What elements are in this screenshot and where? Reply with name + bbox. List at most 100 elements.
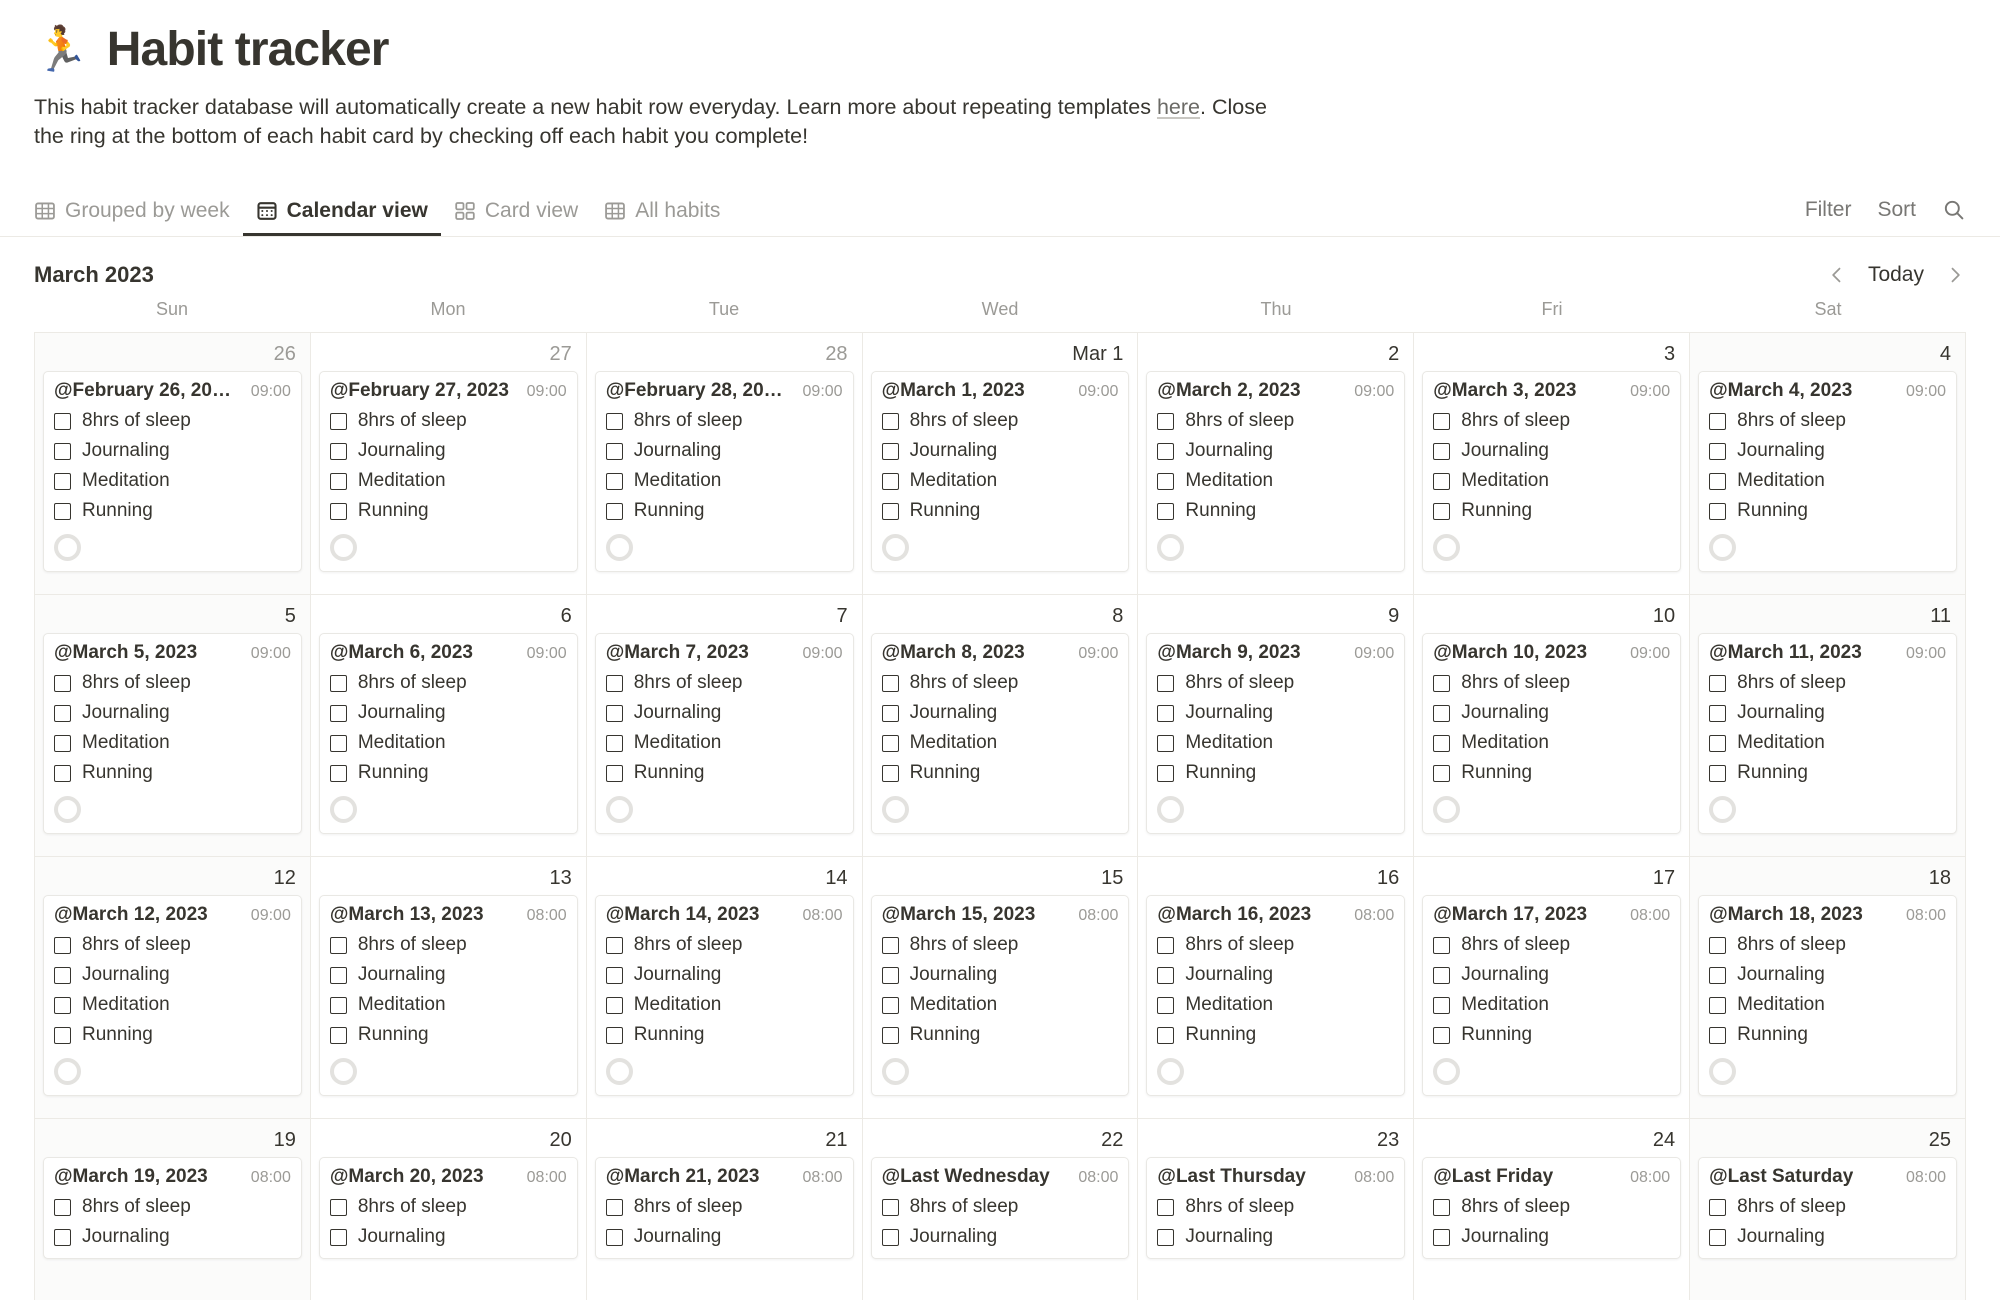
habit-card-title[interactable]: @March 14, 2023 [606, 904, 760, 926]
calendar-day-cell[interactable]: 27 @February 27, 2023 09:00 8hrs of sleep Jo… [310, 333, 587, 596]
habit-card-title[interactable]: @March 19, 2023 [54, 1166, 208, 1188]
calendar-day-cell[interactable]: 25 @Last Saturday 08:00 8hrs of sleep Journa… [1690, 1119, 1966, 1300]
habit-card[interactable]: @March 18, 2023 08:00 8hrs of sleep Journal… [1698, 895, 1957, 1097]
habit-checkbox[interactable] [329, 705, 347, 723]
habit-card-title[interactable]: @March 20, 2023 [330, 1166, 484, 1188]
habit-checkbox[interactable] [1433, 997, 1451, 1015]
habit-checkbox[interactable] [881, 503, 899, 521]
habit-checkbox[interactable] [1433, 443, 1451, 461]
habit-card-title[interactable]: @Last Friday [1433, 1166, 1553, 1188]
calendar-day-cell[interactable]: 20 @March 20, 2023 08:00 8hrs of sleep Journ… [310, 1119, 587, 1300]
habit-card-title[interactable]: @Last Wednesday [882, 1166, 1050, 1188]
habit-card[interactable]: @Last Friday 08:00 8hrs of sleep Journaling [1422, 1157, 1682, 1260]
habit-checkbox[interactable] [605, 1199, 623, 1217]
habit-card[interactable]: @March 9, 2023 09:00 8hrs of sleep Journali… [1146, 633, 1406, 835]
habit-card[interactable]: @Last Saturday 08:00 8hrs of sleep Journali… [1698, 1157, 1957, 1260]
habit-checkbox[interactable] [881, 413, 899, 431]
sort-button[interactable]: Sort [1877, 198, 1916, 222]
habit-card[interactable]: @March 6, 2023 09:00 8hrs of sleep Journali… [318, 633, 578, 835]
habit-checkbox[interactable] [1709, 1229, 1727, 1247]
habit-checkbox[interactable] [605, 705, 623, 723]
habit-checkbox[interactable] [605, 503, 623, 521]
habit-checkbox[interactable] [54, 735, 71, 753]
habit-card-title[interactable]: @March 6, 2023 [330, 642, 473, 664]
habit-card-title[interactable]: @March 21, 2023 [606, 1166, 760, 1188]
habit-card[interactable]: @March 2, 2023 09:00 8hrs of sleep Journali… [1146, 371, 1406, 573]
habit-checkbox[interactable] [605, 675, 623, 693]
habit-card[interactable]: @March 7, 2023 09:00 8hrs of sleep Journali… [594, 633, 854, 835]
habit-checkbox[interactable] [881, 1027, 899, 1045]
calendar-day-cell[interactable]: 17 @March 17, 2023 08:00 8hrs of sleep Journ… [1414, 857, 1691, 1120]
habit-checkbox[interactable] [881, 705, 899, 723]
habit-card-title[interactable]: @March 16, 2023 [1157, 904, 1311, 926]
habit-checkbox[interactable] [605, 937, 623, 955]
calendar-day-cell[interactable]: 2 @March 2, 2023 09:00 8hrs of sleep Journal… [1138, 333, 1415, 596]
calendar-day-cell[interactable]: 19 @March 19, 2023 08:00 8hrs of sleep Journ… [35, 1119, 311, 1300]
habit-checkbox[interactable] [1157, 1229, 1175, 1247]
habit-checkbox[interactable] [1709, 937, 1727, 955]
habit-checkbox[interactable] [329, 1027, 347, 1045]
habit-checkbox[interactable] [1433, 1229, 1451, 1247]
habit-card[interactable]: @March 19, 2023 08:00 8hrs of sleep Journal… [43, 1157, 302, 1260]
habit-checkbox[interactable] [881, 675, 899, 693]
habit-checkbox[interactable] [881, 443, 899, 461]
calendar-day-cell[interactable]: 8 @March 8, 2023 09:00 8hrs of sleep Journal… [862, 595, 1139, 858]
habit-checkbox[interactable] [1157, 735, 1175, 753]
habit-checkbox[interactable] [1157, 997, 1175, 1015]
habit-card[interactable]: @Last Thursday 08:00 8hrs of sleep Journali… [1146, 1157, 1406, 1260]
habit-card[interactable]: @February 26, 20… 09:00 8hrs of sleep Journ… [43, 371, 302, 573]
habit-card[interactable]: @March 15, 2023 08:00 8hrs of sleep Journal… [870, 895, 1130, 1097]
calendar-day-cell[interactable]: 11 @March 11, 2023 09:00 8hrs of sleep Journ… [1690, 595, 1966, 858]
habit-checkbox[interactable] [881, 765, 899, 783]
habit-checkbox[interactable] [605, 735, 623, 753]
calendar-day-cell[interactable]: Mar 1 @March 1, 2023 09:00 8hrs of sleep Jou… [862, 333, 1139, 596]
calendar-day-cell[interactable]: 12 @March 12, 2023 09:00 8hrs of sleep Journ… [35, 857, 311, 1120]
calendar-day-cell[interactable]: 7 @March 7, 2023 09:00 8hrs of sleep Journal… [586, 595, 863, 858]
calendar-day-cell[interactable]: 10 @March 10, 2023 09:00 8hrs of sleep Journ… [1414, 595, 1691, 858]
habit-checkbox[interactable] [881, 967, 899, 985]
habit-checkbox[interactable] [1433, 675, 1451, 693]
calendar-day-cell[interactable]: 5 @March 5, 2023 09:00 8hrs of sleep Journal… [35, 595, 311, 858]
habit-checkbox[interactable] [1433, 937, 1451, 955]
tab-card-view[interactable]: Card view [441, 184, 591, 236]
habit-card[interactable]: @March 12, 2023 09:00 8hrs of sleep Journal… [43, 895, 302, 1097]
habit-checkbox[interactable] [881, 1229, 899, 1247]
habit-card-title[interactable]: @February 26, 20… [54, 380, 231, 402]
habit-checkbox[interactable] [54, 1027, 71, 1045]
habit-card-title[interactable]: @March 13, 2023 [330, 904, 484, 926]
habit-checkbox[interactable] [1709, 1199, 1727, 1217]
habit-checkbox[interactable] [54, 967, 71, 985]
habit-checkbox[interactable] [1157, 413, 1175, 431]
habit-card[interactable]: @March 21, 2023 08:00 8hrs of sleep Journal… [594, 1157, 854, 1260]
calendar-day-cell[interactable]: 3 @March 3, 2023 09:00 8hrs of sleep Journal… [1414, 333, 1691, 596]
habit-checkbox[interactable] [1709, 997, 1727, 1015]
habit-checkbox[interactable] [1709, 413, 1727, 431]
habit-checkbox[interactable] [1709, 735, 1727, 753]
habit-checkbox[interactable] [54, 765, 71, 783]
habit-card[interactable]: @February 27, 2023 09:00 8hrs of sleep Jour… [318, 371, 578, 573]
habit-checkbox[interactable] [329, 997, 347, 1015]
habit-checkbox[interactable] [605, 1027, 623, 1045]
habit-checkbox[interactable] [605, 473, 623, 491]
calendar-day-cell[interactable]: 26 @February 26, 20… 09:00 8hrs of sleep Jou… [35, 333, 311, 596]
calendar-day-cell[interactable]: 24 @Last Friday 08:00 8hrs of sleep Journali… [1414, 1119, 1691, 1300]
habit-checkbox[interactable] [881, 473, 899, 491]
habit-checkbox[interactable] [1709, 473, 1727, 491]
habit-checkbox[interactable] [54, 503, 71, 521]
habit-card[interactable]: @March 14, 2023 08:00 8hrs of sleep Journal… [594, 895, 854, 1097]
habit-checkbox[interactable] [1433, 1027, 1451, 1045]
tab-calendar-view[interactable]: Calendar view [242, 184, 442, 237]
habit-checkbox[interactable] [881, 735, 899, 753]
habit-checkbox[interactable] [1433, 413, 1451, 431]
habit-checkbox[interactable] [1157, 675, 1175, 693]
chevron-right-icon[interactable] [1944, 264, 1966, 286]
habit-checkbox[interactable] [54, 1229, 71, 1247]
habit-checkbox[interactable] [605, 413, 623, 431]
tab-grouped-by-week[interactable]: Grouped by week [34, 184, 243, 236]
habit-card-title[interactable]: @March 9, 2023 [1157, 642, 1300, 664]
habit-checkbox[interactable] [1709, 1027, 1727, 1045]
habit-checkbox[interactable] [1433, 705, 1451, 723]
habit-checkbox[interactable] [1433, 735, 1451, 753]
habit-checkbox[interactable] [329, 413, 347, 431]
calendar-day-cell[interactable]: 21 @March 21, 2023 08:00 8hrs of sleep Journ… [586, 1119, 863, 1300]
